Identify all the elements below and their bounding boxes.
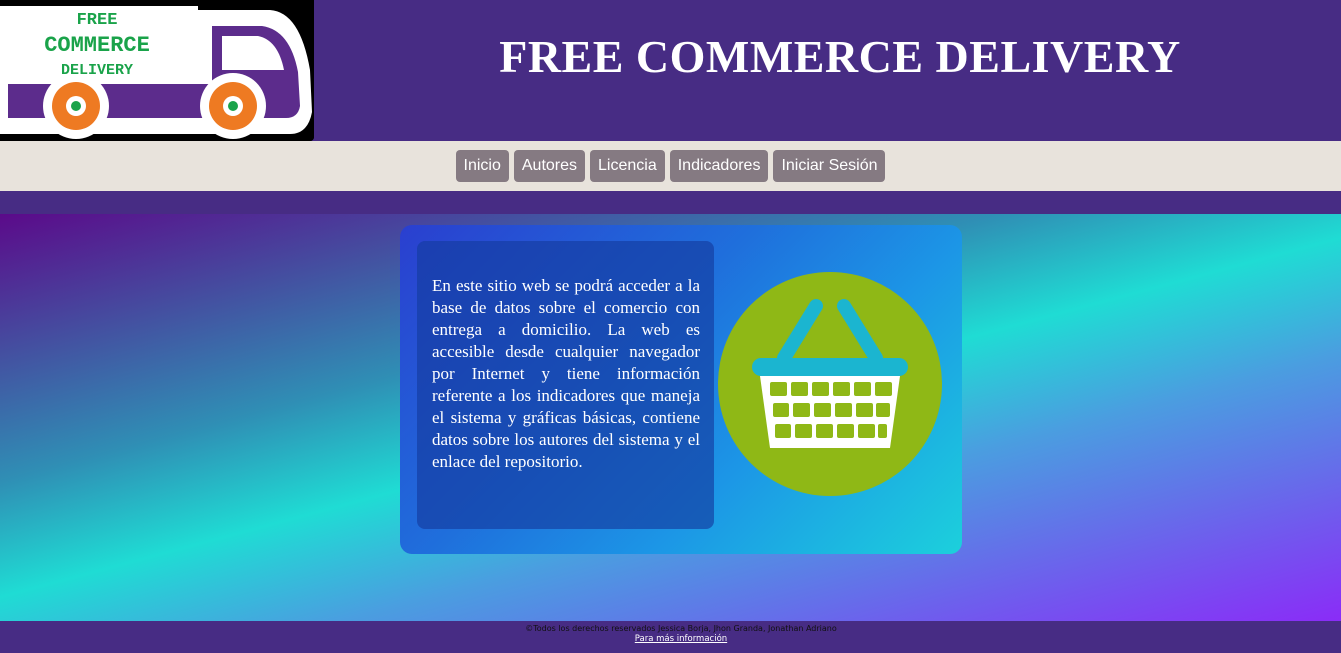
shopping-basket-image [718,272,942,496]
copyright-text: ©Todos los derechos reservados Jessica B… [525,624,837,633]
nav-bar: Inicio Autores Licencia Indicadores Inic… [0,141,1341,191]
more-info-link[interactable]: Para más información [0,634,1341,644]
nav-indicadores-button[interactable]: Indicadores [669,150,769,182]
nav-login-button[interactable]: Iniciar Sesión [773,150,886,182]
site-title: FREE COMMERCE DELIVERY [499,31,1181,82]
logo[interactable]: FREE COMMERCE DELIVERY [0,0,314,141]
nav-inicio-button[interactable]: Inicio [455,150,509,182]
nav-autores-button[interactable]: Autores [513,150,586,182]
header: FREE COMMERCE DELIVERY FREE COMMERCE DEL… [0,0,1341,141]
truck-logo-icon: FREE COMMERCE DELIVERY [0,0,314,141]
logo-text-line1: FREE [77,11,118,30]
logo-text-line3: DELIVERY [61,62,133,79]
intro-text: En este sitio web se podrá acceder a la … [432,276,700,471]
footer: ©Todos los derechos reservados Jessica B… [0,621,1341,653]
logo-text-line2: COMMERCE [44,33,150,58]
shopping-basket-icon [718,272,942,496]
nav-licencia-button[interactable]: Licencia [590,150,665,182]
